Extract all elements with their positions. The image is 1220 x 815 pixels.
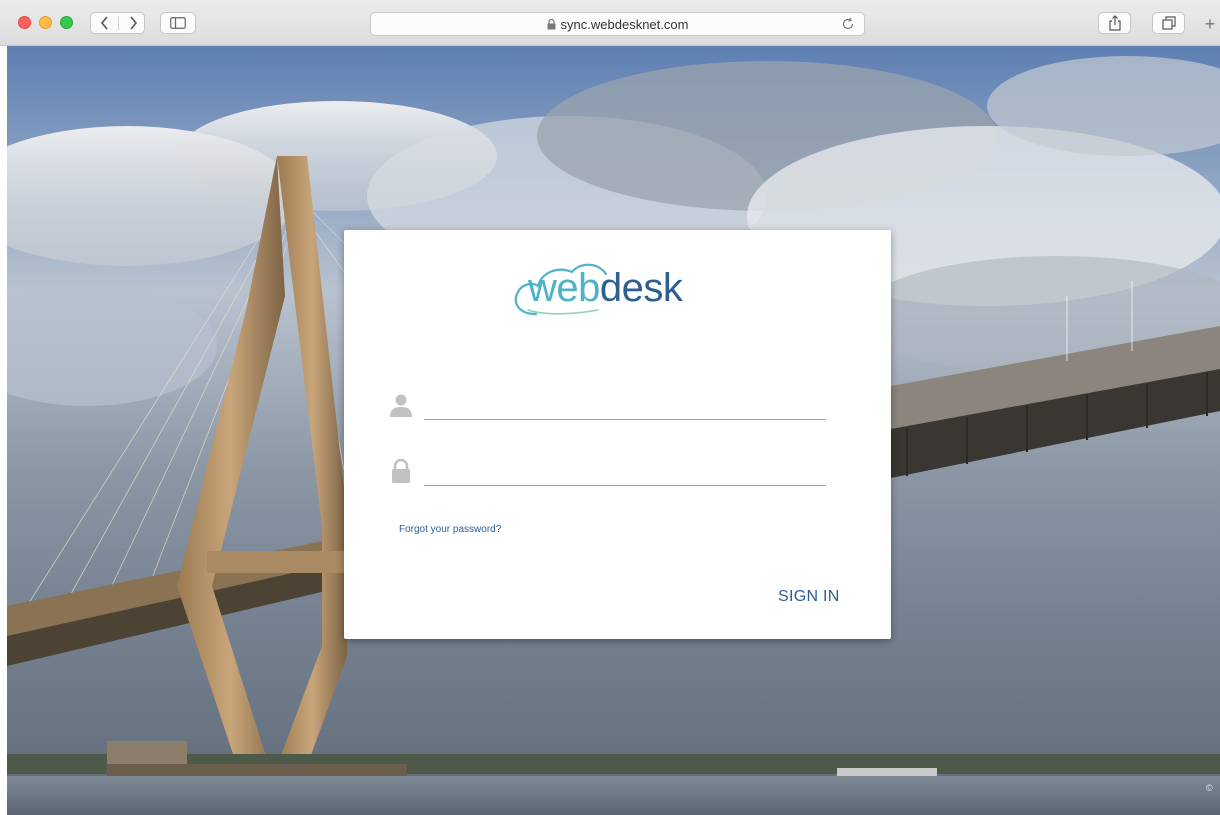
url-text: sync.webdesknet.com <box>560 16 689 32</box>
sign-in-button[interactable]: SIGN IN <box>774 586 844 608</box>
share-icon <box>1108 15 1121 31</box>
new-tab-button[interactable]: + <box>1200 12 1220 36</box>
browser-toolbar: sync.webdesknet.com + <box>0 0 1220 46</box>
username-input[interactable] <box>424 388 826 420</box>
logo-text: webdesk <box>528 266 683 311</box>
close-window-button[interactable] <box>18 16 31 29</box>
show-tabs-button[interactable] <box>1152 12 1185 34</box>
username-row <box>389 388 826 422</box>
logo-web-text: web <box>528 266 600 310</box>
minimize-window-button[interactable] <box>39 16 52 29</box>
share-button[interactable] <box>1098 12 1131 34</box>
login-card: webdesk Forgot your password? SIGN IN <box>344 230 891 639</box>
webdesk-logo: webdesk <box>506 252 718 322</box>
tabs-overview-icon <box>1161 16 1176 30</box>
reload-button[interactable] <box>840 16 856 32</box>
address-bar[interactable]: sync.webdesknet.com <box>370 12 865 36</box>
password-row <box>389 454 826 488</box>
lock-icon <box>392 458 410 483</box>
chevron-right-icon <box>129 16 137 30</box>
back-button[interactable] <box>91 13 118 33</box>
plus-icon: + <box>1204 13 1216 34</box>
chevron-left-icon <box>100 16 108 30</box>
navigation-buttons <box>90 12 145 34</box>
reload-icon <box>842 17 854 30</box>
forgot-password-link[interactable]: Forgot your password? <box>399 524 501 535</box>
copyright-mark: © <box>1206 783 1213 793</box>
lock-icon <box>547 18 556 30</box>
forward-button[interactable] <box>119 13 146 33</box>
user-icon <box>390 394 412 417</box>
sidebar-icon <box>170 17 186 29</box>
address-text: sync.webdesknet.com <box>371 13 864 35</box>
sidebar-toggle-button[interactable] <box>160 12 196 34</box>
password-input[interactable] <box>424 454 826 486</box>
zoom-window-button[interactable] <box>60 16 73 29</box>
logo-desk-text: desk <box>599 266 683 310</box>
